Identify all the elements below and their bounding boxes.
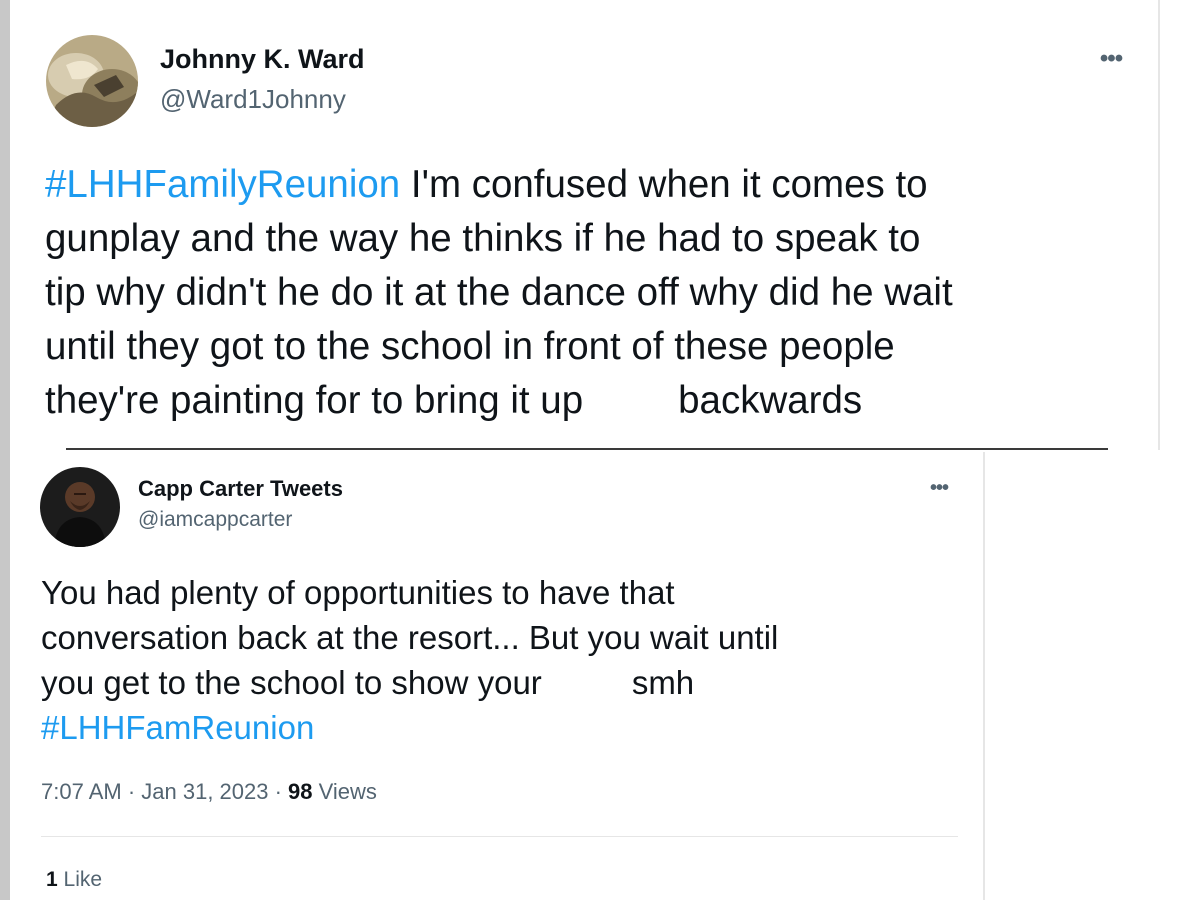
more-options-icon[interactable]: ••• [923, 476, 955, 500]
right-frame-edge-top [1158, 0, 1160, 450]
tweet-line: #LHHFamilyReunion I'm confused when it c… [45, 158, 1155, 212]
tweet-text-segment: they're painting for to bring it up [45, 379, 584, 422]
right-frame-edge-bottom [983, 452, 985, 900]
tweet-line: You had plenty of opportunities to have … [41, 574, 675, 611]
tweet-line: you get to the school to show your smh [41, 660, 971, 705]
avatar[interactable] [46, 35, 138, 127]
tweet-text: #LHHFamilyReunion I'm confused when it c… [45, 158, 1155, 428]
likes-label: Like [57, 868, 103, 891]
more-options-icon[interactable]: ••• [1093, 44, 1129, 74]
tweet-text-segment: you get to the school to show your [41, 664, 542, 701]
tweet-metadata: 7:07 AM · Jan 31, 2023 · 98 Views [41, 779, 377, 805]
tweet-line: tip why didn't he do it at the dance off… [45, 271, 953, 314]
metadata-divider [41, 836, 958, 837]
avatar-image [40, 467, 120, 547]
user-handle[interactable]: @iamcappcarter [138, 508, 292, 532]
views-count: 98 [288, 779, 313, 804]
tweet-capp-carter: Capp Carter Tweets @iamcappcarter ••• Yo… [10, 452, 983, 900]
tweet-line: gunplay and the way he thinks if he had … [45, 217, 921, 260]
avatar[interactable] [40, 467, 120, 547]
tweet-line: #LHHFamReunion [41, 705, 971, 750]
likes-count: 1 [46, 868, 58, 891]
left-frame-edge [0, 0, 10, 900]
user-handle[interactable]: @Ward1Johnny [160, 84, 346, 115]
display-name[interactable]: Capp Carter Tweets [138, 476, 343, 502]
tweet-johnny-ward: Johnny K. Ward @Ward1Johnny ••• #LHHFami… [10, 0, 1158, 448]
hashtag-link[interactable]: #LHHFamilyReunion [45, 163, 400, 206]
tweet-text-segment: smh [631, 664, 695, 701]
tweet-text-segment: I'm confused when it comes to [400, 163, 928, 206]
likes-summary[interactable]: 1 Like [46, 868, 102, 892]
timestamp[interactable]: 7:07 AM · Jan 31, 2023 · [41, 779, 288, 804]
views-label: Views [312, 779, 377, 804]
display-name[interactable]: Johnny K. Ward [160, 44, 365, 75]
hashtag-link[interactable]: #LHHFamReunion [41, 709, 314, 746]
tweet-line: they're painting for to bring it up backw… [45, 374, 1155, 428]
tweet-divider [66, 448, 1108, 450]
screenshot-canvas: Johnny K. Ward @Ward1Johnny ••• #LHHFami… [0, 0, 1200, 900]
tweet-text: You had plenty of opportunities to have … [41, 570, 971, 750]
tweet-line: until they got to the school in front of… [45, 325, 895, 368]
tweet-text-segment: backwards [678, 379, 863, 422]
tweet-line: conversation back at the resort... But y… [41, 619, 779, 656]
avatar-image [46, 35, 138, 127]
